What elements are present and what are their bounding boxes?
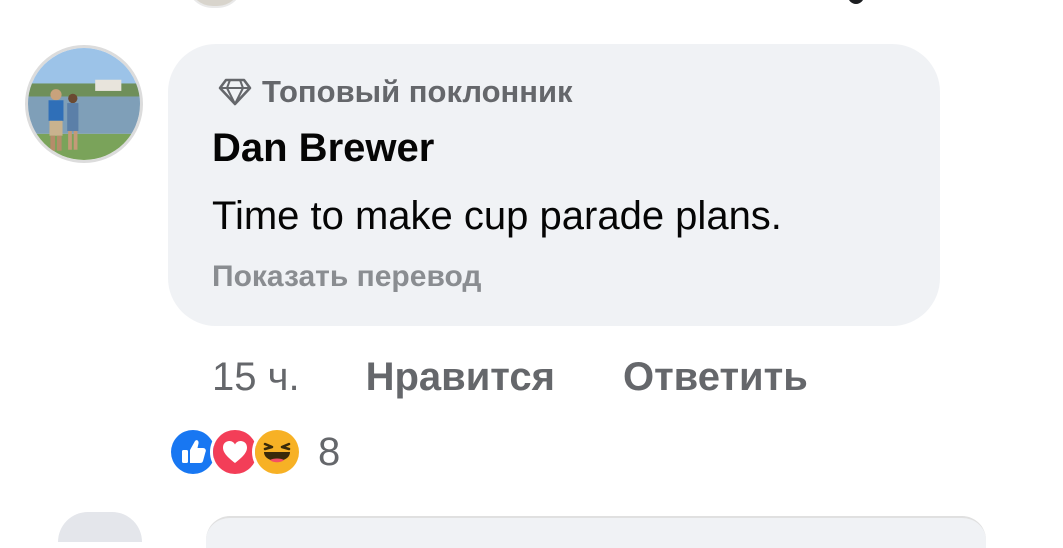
comment-actions: 15 ч. Нравится Ответить bbox=[212, 352, 808, 402]
comment-text: Time to make cup parade plans. bbox=[212, 194, 782, 238]
next-comment-bubble bbox=[206, 516, 986, 548]
diamond-icon bbox=[218, 77, 252, 107]
comment-bubble: Топовый поклонник Dan Brewer Time to mak… bbox=[168, 44, 940, 326]
haha-icon bbox=[252, 427, 302, 477]
previous-comment-avatar bbox=[186, 0, 244, 8]
show-translation-link[interactable]: Показать перевод bbox=[212, 260, 481, 294]
avatar[interactable] bbox=[25, 45, 143, 163]
reply-button[interactable]: Ответить bbox=[623, 355, 808, 400]
comment-author[interactable]: Dan Brewer bbox=[212, 126, 434, 171]
avatar-photo bbox=[28, 48, 140, 160]
previous-comment-text-fragment bbox=[848, 0, 864, 4]
next-comment-avatar bbox=[58, 512, 142, 542]
comment-timestamp[interactable]: 15 ч. bbox=[212, 355, 300, 400]
reactions-summary[interactable]: 8 bbox=[168, 426, 340, 478]
like-button[interactable]: Нравится bbox=[366, 355, 555, 400]
reaction-count: 8 bbox=[318, 429, 341, 474]
top-fan-badge[interactable]: Топовый поклонник bbox=[218, 74, 573, 110]
badge-label: Топовый поклонник bbox=[262, 74, 573, 109]
